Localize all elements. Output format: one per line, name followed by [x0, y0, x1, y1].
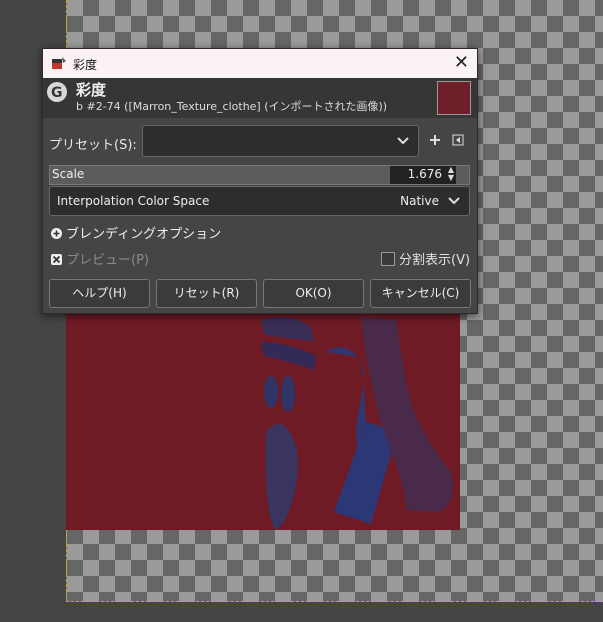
scale-value-field[interactable]: 1.676 ▲ ▼: [390, 166, 456, 184]
preview-label: プレビュー(P): [66, 253, 149, 268]
preset-label: プリセット(S):: [49, 138, 137, 153]
saturation-dialog: 彩度 ✕ G 彩度 b #2-74 ([Marron_Texture_cloth…: [42, 48, 478, 314]
interpolation-label: Interpolation Color Space: [57, 194, 210, 208]
dialog-heading: 彩度: [76, 81, 107, 99]
blending-options-expander[interactable]: ブレンディングオプション: [51, 223, 221, 242]
scale-label: Scale: [52, 167, 85, 181]
blending-options-label: ブレンディングオプション: [66, 227, 222, 242]
spin-arrows-icon[interactable]: ▲ ▼: [448, 166, 454, 182]
add-preset-icon[interactable]: [429, 134, 441, 146]
split-view-checkbox[interactable]: 分割表示(V): [381, 249, 470, 268]
expand-icon: [51, 228, 62, 239]
cancel-button[interactable]: キャンセル(C): [370, 279, 471, 308]
texture-image: [66, 312, 460, 530]
checkbox-box: [381, 252, 395, 266]
interpolation-value: Native: [400, 194, 439, 208]
dialog-subtitle: b #2-74 ([Marron_Texture_clothe] (インポートさ…: [76, 100, 388, 113]
chevron-down-icon: [448, 197, 460, 205]
split-view-label: 分割表示(V): [399, 253, 471, 268]
preset-combo[interactable]: [142, 125, 419, 157]
preview-checkbox[interactable]: プレビュー(P): [51, 249, 149, 268]
color-swatch: [437, 81, 471, 115]
chevron-down-icon: [397, 137, 409, 145]
reset-button[interactable]: リセット(R): [156, 279, 257, 308]
svg-text:G: G: [51, 85, 63, 101]
close-icon[interactable]: ✕: [454, 52, 469, 73]
scale-value: 1.676: [407, 167, 442, 181]
interpolation-combo[interactable]: Interpolation Color Space Native: [49, 186, 470, 216]
window-title: 彩度: [73, 58, 98, 72]
ok-button[interactable]: OK(O): [263, 279, 364, 308]
checked-x-icon: [51, 254, 62, 265]
dialog-titlebar: 彩度 ✕: [43, 49, 477, 78]
preset-menu-icon[interactable]: [452, 134, 464, 146]
help-button[interactable]: ヘルプ(H): [49, 279, 150, 308]
dialog-header: G 彩度 b #2-74 ([Marron_Texture_clothe] (イ…: [43, 78, 477, 118]
gimp-logo-icon: G: [47, 82, 67, 102]
scale-slider[interactable]: Scale 1.676 ▲ ▼: [49, 165, 470, 185]
gimp-tool-icon: [52, 57, 66, 69]
